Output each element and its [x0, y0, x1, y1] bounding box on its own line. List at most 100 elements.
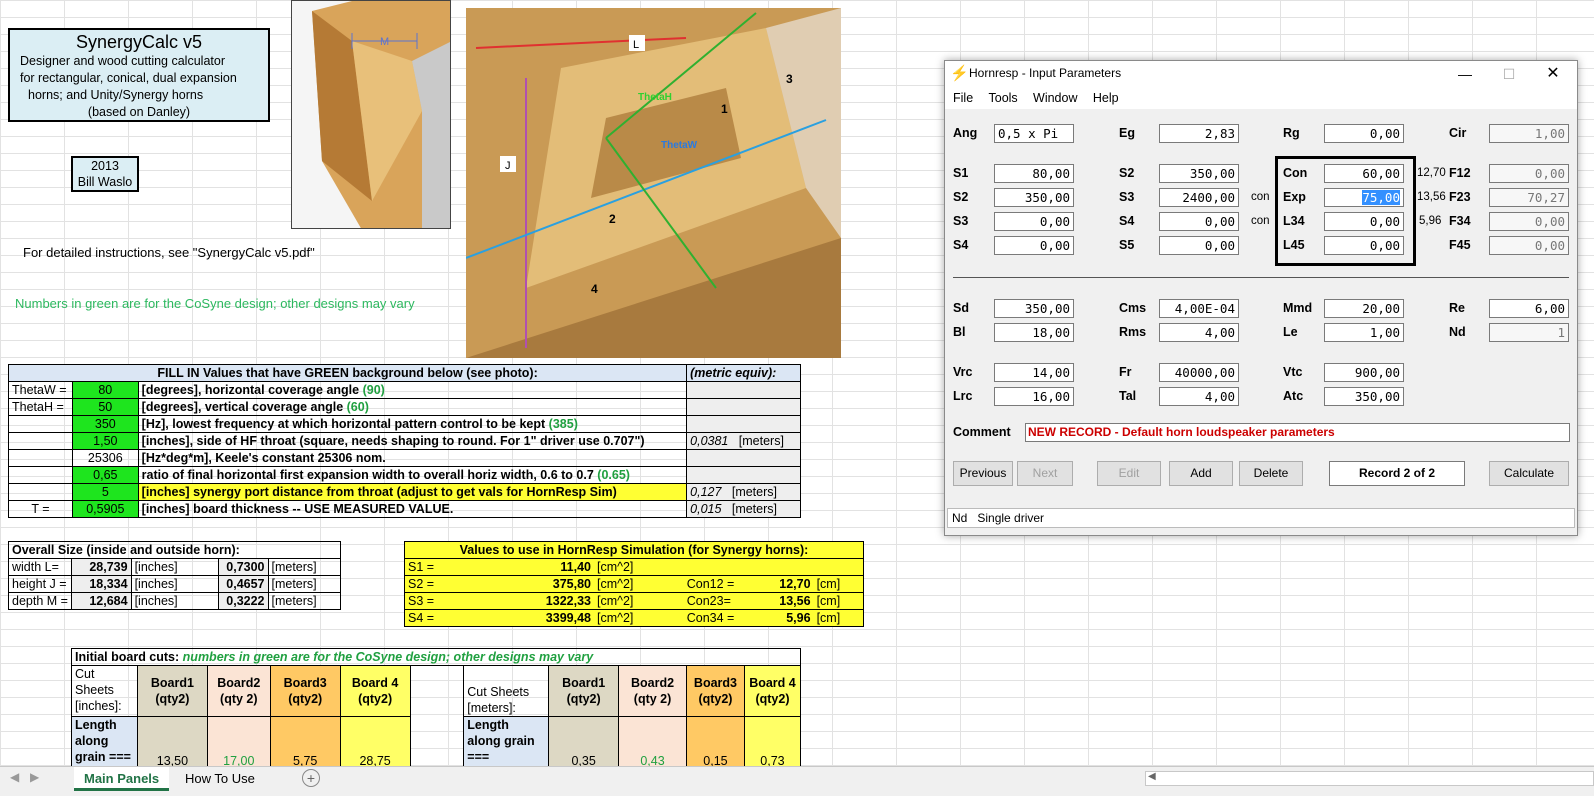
- le-field[interactable]: 1,00: [1324, 323, 1404, 342]
- vtc-field[interactable]: 900,00: [1324, 363, 1404, 382]
- hv-unit: [cm^2]: [593, 592, 684, 610]
- photo-label-l: L: [633, 39, 639, 51]
- metric-unit: [meters]: [731, 485, 777, 499]
- menu-help[interactable]: Help: [1093, 87, 1119, 109]
- s1-field[interactable]: 80,00: [994, 164, 1074, 183]
- cir-field[interactable]: 1,00: [1489, 124, 1569, 143]
- row-label: ThetaW =: [8, 381, 73, 399]
- theta-h-input[interactable]: 50: [71, 398, 139, 416]
- bl-field[interactable]: 18,00: [994, 323, 1074, 342]
- s3-mid-field[interactable]: 2400,00: [1159, 188, 1239, 207]
- board-col-name: Board1: [562, 676, 606, 690]
- comment-field[interactable]: NEW RECORD - Default horn loudspeaker pa…: [1025, 423, 1570, 442]
- nd-field[interactable]: 1: [1489, 323, 1569, 342]
- previous-button[interactable]: Previous: [953, 461, 1013, 486]
- s2-mid-field[interactable]: 350,00: [1159, 164, 1239, 183]
- lrc-field[interactable]: 16,00: [994, 387, 1074, 406]
- keele-constant-input[interactable]: 25306: [71, 449, 139, 467]
- tal-field[interactable]: 4,00: [1159, 387, 1239, 406]
- scroll-left-icon[interactable]: ◀: [10, 770, 19, 784]
- rms-field[interactable]: 4,00: [1159, 323, 1239, 342]
- param-label: F34: [1449, 214, 1471, 228]
- l34-field[interactable]: 0,00: [1324, 212, 1404, 231]
- table-row: S1 = 11,40 [cm^2]: [404, 558, 864, 576]
- expansion-ratio-input[interactable]: 0,65: [71, 466, 139, 484]
- board-col-qty: (qty2): [755, 692, 790, 706]
- scrollbar-left-arrow-icon[interactable]: ◀: [1148, 771, 1156, 782]
- fr-field[interactable]: 40000,00: [1159, 363, 1239, 382]
- calculate-button[interactable]: Calculate: [1489, 461, 1569, 486]
- photo-label-theta-w: ThetaW: [661, 140, 698, 151]
- re-field[interactable]: 6,00: [1489, 299, 1569, 318]
- sd-field[interactable]: 350,00: [994, 299, 1074, 318]
- s4-mid-field[interactable]: 0,00: [1159, 212, 1239, 231]
- f23-field[interactable]: 70,27: [1489, 188, 1569, 207]
- param-label: Fr: [1119, 365, 1132, 379]
- board-cuts-note: numbers in green are for the CoSyne desi…: [182, 650, 594, 664]
- port-distance-input[interactable]: 5: [71, 483, 139, 501]
- row-label: T =: [8, 500, 73, 518]
- eg-field[interactable]: 2,83: [1159, 124, 1239, 143]
- f12-field[interactable]: 0,00: [1489, 164, 1569, 183]
- s4-field[interactable]: 0,00: [994, 236, 1074, 255]
- hv-label: S2 =: [404, 575, 455, 593]
- menu-window[interactable]: Window: [1033, 87, 1077, 109]
- rg-field[interactable]: 0,00: [1324, 124, 1404, 143]
- exp-field[interactable]: 75,00: [1324, 188, 1404, 207]
- lightning-icon: ⚡: [950, 65, 969, 82]
- row-hint: (60): [346, 400, 369, 414]
- mmd-field[interactable]: 20,00: [1324, 299, 1404, 318]
- tab-main-panels[interactable]: Main Panels: [74, 767, 170, 791]
- menu-tools[interactable]: Tools: [989, 87, 1018, 109]
- edit-button[interactable]: Edit: [1097, 461, 1161, 486]
- f45-field[interactable]: 0,00: [1489, 236, 1569, 255]
- hv-con-label: Con12 =: [683, 575, 774, 593]
- board-thickness-input[interactable]: 0,5905: [71, 500, 139, 518]
- board-col-qty: (qty2): [288, 692, 323, 706]
- f34-field[interactable]: 0,00: [1489, 212, 1569, 231]
- ang-field[interactable]: 0,5 x Pi: [994, 124, 1074, 143]
- window-titlebar[interactable]: ⚡ Hornresp - Input Parameters — ☐ ✕: [945, 61, 1577, 87]
- green-note: Numbers in green are for the CoSyne desi…: [15, 296, 415, 311]
- s5-field[interactable]: 0,00: [1159, 236, 1239, 255]
- close-icon[interactable]: ✕: [1533, 63, 1573, 85]
- atc-field[interactable]: 350,00: [1324, 387, 1404, 406]
- l45-field[interactable]: 0,00: [1324, 236, 1404, 255]
- con-field[interactable]: 60,00: [1324, 164, 1404, 183]
- horizontal-scrollbar[interactable]: [1145, 771, 1594, 786]
- metric-unit: [meters]: [731, 502, 777, 516]
- param-label: Mmd: [1283, 301, 1313, 315]
- s2-field[interactable]: 350,00: [994, 188, 1074, 207]
- hv-con-value: 12,70: [773, 575, 814, 593]
- photo-label-1: 1: [721, 102, 728, 116]
- hv-unit: [cm^2]: [593, 609, 684, 627]
- add-sheet-icon[interactable]: +: [302, 769, 320, 787]
- param-label: Ang: [953, 126, 978, 140]
- hv-label: S1 =: [404, 558, 455, 576]
- instructions-note: For detailed instructions, see "SynergyC…: [23, 245, 315, 260]
- maximize-icon[interactable]: ☐: [1489, 63, 1529, 85]
- param-label: Rms: [1119, 325, 1147, 339]
- throat-side-input[interactable]: 1,50: [71, 432, 139, 450]
- param-label: S2: [1119, 166, 1135, 180]
- param-label: Atc: [1283, 389, 1304, 403]
- param-label: Tal: [1119, 389, 1137, 403]
- vrc-field[interactable]: 14,00: [994, 363, 1074, 382]
- menu-file[interactable]: File: [953, 87, 973, 109]
- hv-con-label: Con34 =: [683, 609, 774, 627]
- cms-field[interactable]: 4,00E-04: [1159, 299, 1239, 318]
- photo-label-m: M: [380, 36, 389, 48]
- s3-field[interactable]: 0,00: [994, 212, 1074, 231]
- theta-w-input[interactable]: 80: [71, 381, 139, 399]
- hv-unit: [cm^2]: [593, 558, 684, 576]
- minimize-icon[interactable]: —: [1445, 63, 1485, 85]
- row-desc: [degrees], horizontal coverage angle: [141, 383, 360, 397]
- next-button[interactable]: Next: [1017, 461, 1073, 486]
- low-frequency-input[interactable]: 350: [71, 415, 139, 433]
- row-hint: (385): [548, 417, 578, 431]
- tab-how-to-use[interactable]: How To Use: [175, 767, 265, 791]
- scroll-right-icon[interactable]: ▶: [30, 770, 39, 784]
- add-button[interactable]: Add: [1169, 461, 1233, 486]
- delete-button[interactable]: Delete: [1239, 461, 1303, 486]
- photo-label-j: J: [505, 160, 511, 172]
